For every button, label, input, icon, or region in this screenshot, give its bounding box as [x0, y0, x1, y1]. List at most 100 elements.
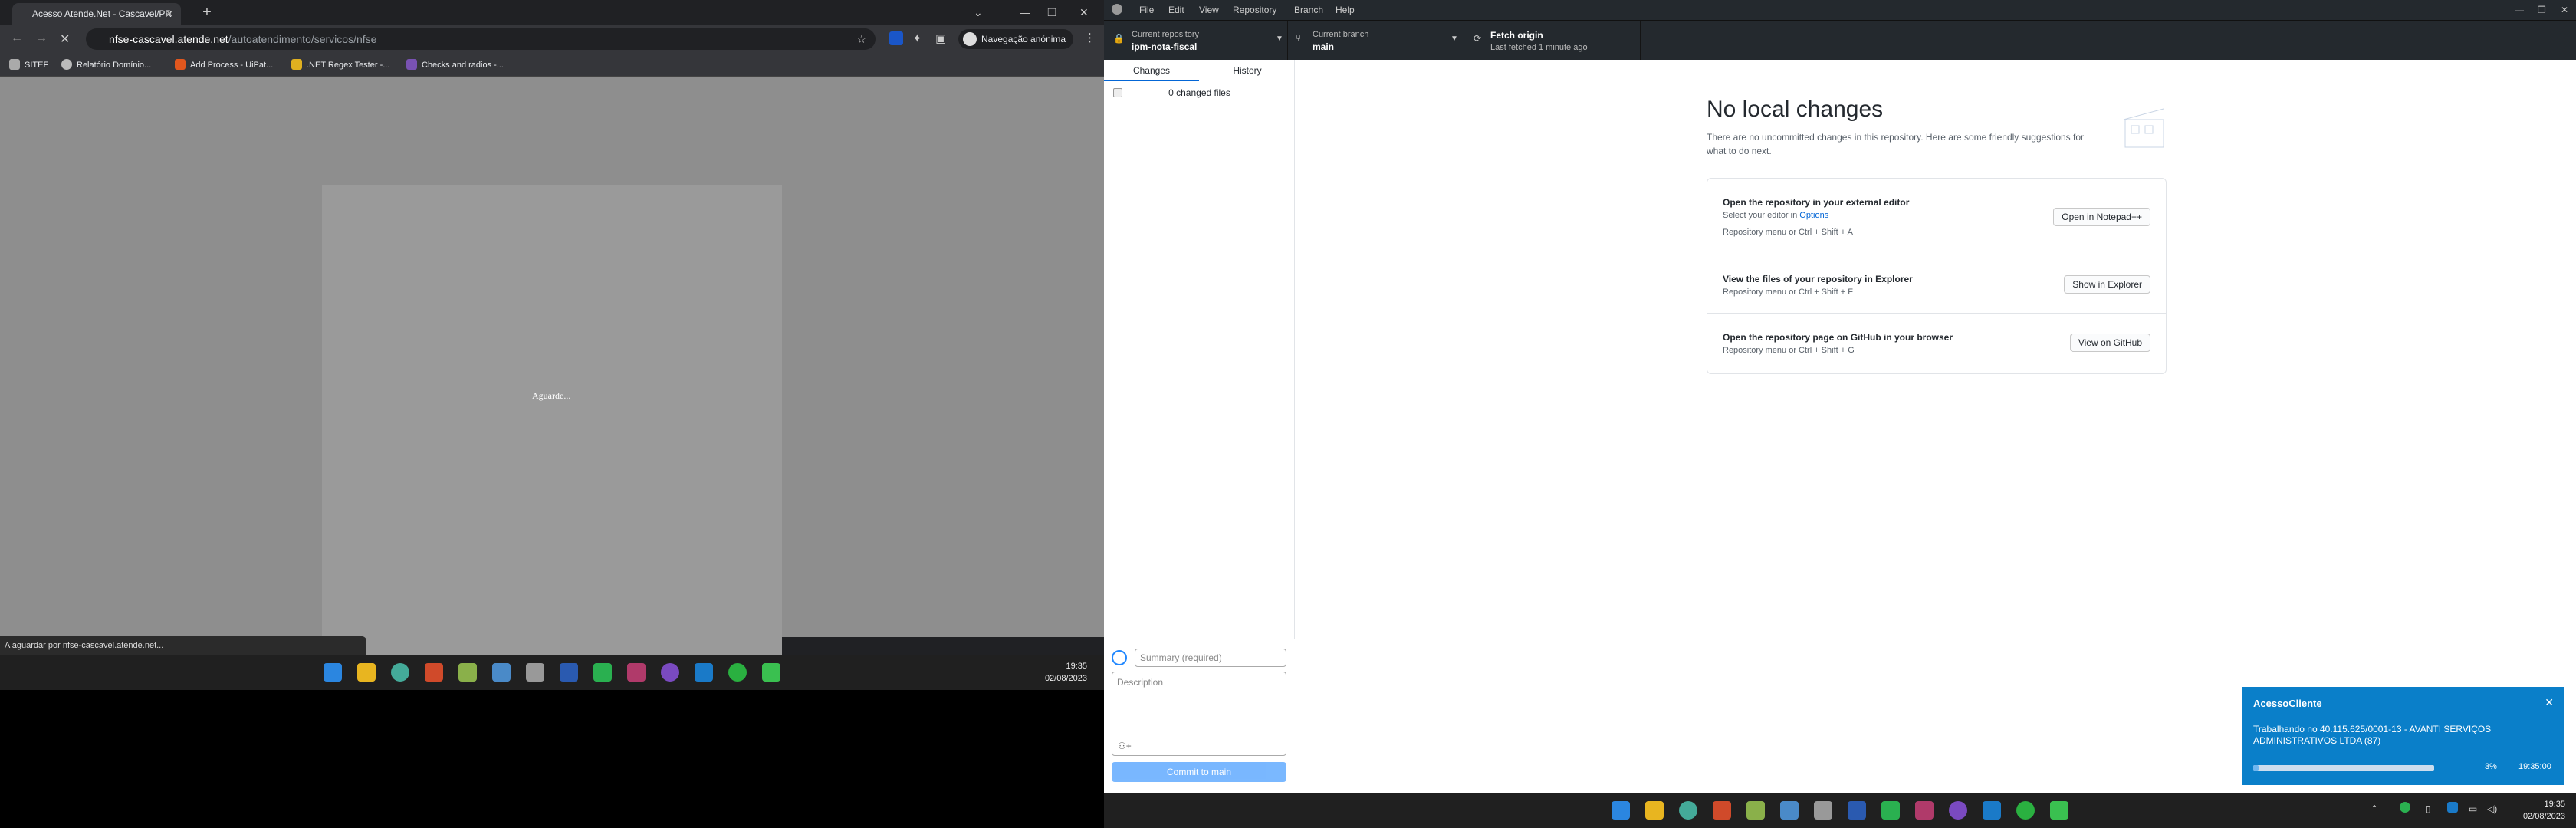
app-icon[interactable] [425, 663, 443, 682]
browser-window: Acesso Atende.Net - Cascavel/PR ✕ + ⌄ — … [0, 0, 1104, 690]
app-icon[interactable] [695, 663, 713, 682]
volume-icon[interactable]: ◁) [2487, 803, 2497, 814]
minimize-icon[interactable]: — [2515, 5, 2524, 15]
bookmark-label: .NET Regex Tester -... [307, 61, 390, 70]
tray-chevron-icon[interactable]: ⌃ [2371, 803, 2378, 814]
menu-edit[interactable]: Edit [1168, 5, 1184, 15]
menu-help[interactable]: Help [1336, 5, 1355, 15]
taskbar-clock[interactable]: 19:35 02/08/2023 [1043, 660, 1087, 685]
suggestion-editor: Open the repository in your external edi… [1707, 179, 2166, 255]
calculator-icon[interactable] [1780, 801, 1799, 820]
github-logo-icon [1112, 4, 1122, 15]
card-title: Open the repository in your external edi… [1723, 197, 1910, 208]
close-window-icon[interactable]: ✕ [2561, 5, 2568, 15]
app-icon[interactable] [560, 663, 578, 682]
tray-app-icon[interactable] [2400, 802, 2410, 813]
back-icon[interactable]: ← [11, 31, 23, 45]
puzzle-icon[interactable]: ✦ [912, 31, 922, 45]
whatsapp-icon[interactable] [2016, 801, 2035, 820]
chrome-icon[interactable] [391, 663, 409, 682]
menu-repository[interactable]: Repository [1233, 5, 1276, 15]
app-icon[interactable] [526, 663, 544, 682]
usb-icon[interactable]: ▯ [2426, 803, 2431, 814]
show-in-explorer-button[interactable]: Show in Explorer [2064, 275, 2150, 294]
whatsapp-icon[interactable] [728, 663, 747, 682]
onenote-icon[interactable] [1915, 801, 1934, 820]
app-icon[interactable] [593, 663, 612, 682]
menu-icon[interactable]: ⋮ [1084, 31, 1096, 44]
menu-file[interactable]: File [1139, 5, 1154, 15]
app-icon[interactable] [1848, 801, 1866, 820]
page-subtitle: There are no uncommitted changes in this… [1707, 132, 2085, 156]
progress-bar [2253, 765, 2434, 771]
branch-selector[interactable]: ⑂ Current branch main ▼ [1288, 21, 1464, 61]
github-desktop-icon[interactable] [661, 663, 679, 682]
tab-search-icon[interactable]: ⌄ [974, 6, 983, 19]
fetch-sub: Last fetched 1 minute ago [1490, 43, 1588, 52]
select-all-checkbox[interactable] [1113, 88, 1122, 97]
sidepanel-icon[interactable]: ▣ [935, 31, 946, 45]
incognito-button[interactable]: Navegação anónima [958, 29, 1074, 49]
branch-label: Current branch [1313, 30, 1369, 39]
app-icon[interactable] [2050, 801, 2068, 820]
open-editor-button[interactable]: Open in Notepad++ [2053, 208, 2150, 226]
clock-date: 02/08/2023 [1044, 674, 1087, 683]
app-icon[interactable] [1746, 801, 1765, 820]
browser-tab[interactable]: Acesso Atende.Net - Cascavel/PR ✕ [12, 3, 181, 25]
close-icon[interactable]: ✕ [2545, 696, 2554, 709]
app-icon[interactable] [1881, 801, 1900, 820]
tray-app-icon[interactable] [2447, 802, 2458, 813]
calculator-icon[interactable] [492, 663, 511, 682]
bookmark-item[interactable]: Add Process - UiPat... [175, 58, 273, 72]
address-bar[interactable]: nfse-cascavel.atende.net/autoatendimento… [86, 28, 876, 50]
toast-time: 19:35:00 [2518, 762, 2551, 771]
view-on-github-button[interactable]: View on GitHub [2069, 334, 2150, 352]
forward-icon[interactable]: → [35, 31, 48, 45]
notification-toast[interactable]: AcessoCliente ✕ Trabalhando no 40.115.62… [2242, 687, 2564, 785]
options-link[interactable]: Options [1799, 211, 1829, 220]
app-icon[interactable] [1983, 801, 2001, 820]
restore-icon[interactable]: ❐ [1047, 6, 1057, 19]
close-window-icon[interactable]: ✕ [1079, 6, 1089, 19]
tab-changes[interactable]: Changes [1104, 60, 1199, 81]
taskbar-left: 19:35 02/08/2023 [0, 655, 1104, 690]
github-desktop-icon[interactable] [1949, 801, 1967, 820]
new-tab-button[interactable]: + [198, 3, 216, 21]
windows-start-icon[interactable] [1612, 801, 1630, 820]
bookmark-item[interactable]: Relatório Domínio... [61, 58, 151, 72]
extension-icon[interactable] [889, 31, 903, 45]
app-icon[interactable] [1713, 801, 1731, 820]
tab-title: Acesso Atende.Net - Cascavel/PR [32, 8, 172, 19]
bookmark-item[interactable]: Checks and radios -... [406, 58, 504, 72]
minimize-icon[interactable]: — [1020, 6, 1030, 18]
commit-button[interactable]: Commit to main [1112, 762, 1286, 782]
bookmark-star-icon[interactable]: ☆ [856, 28, 866, 50]
bookmark-item[interactable]: .NET Regex Tester -... [291, 58, 389, 72]
suggestion-explorer: View the files of your repository in Exp… [1707, 255, 2166, 314]
browser-toolbar: ← → ✕ nfse-cascavel.atende.net/autoatend… [0, 25, 1104, 54]
menu-branch[interactable]: Branch [1294, 5, 1323, 15]
add-coauthor-icon[interactable]: ⚇+ [1118, 741, 1132, 751]
file-explorer-icon[interactable] [357, 663, 376, 682]
app-icon[interactable] [1814, 801, 1832, 820]
app-icon[interactable] [458, 663, 477, 682]
network-icon[interactable]: ▭ [2469, 803, 2477, 814]
bookmark-item[interactable]: SITEF [9, 58, 48, 72]
repository-selector[interactable]: 🔒 Current repository ipm-nota-fiscal ▼ [1104, 21, 1288, 61]
stop-icon[interactable]: ✕ [60, 31, 70, 47]
page-content: Aguarde... [0, 77, 1104, 668]
onenote-icon[interactable] [627, 663, 646, 682]
chrome-icon[interactable] [1679, 801, 1697, 820]
windows-start-icon[interactable] [324, 663, 342, 682]
description-input[interactable]: Description [1112, 672, 1286, 756]
fetch-origin-button[interactable]: ⟳ Fetch origin Last fetched 1 minute ago [1464, 21, 1641, 61]
file-explorer-icon[interactable] [1645, 801, 1664, 820]
menu-view[interactable]: View [1199, 5, 1219, 15]
restore-icon[interactable]: ❐ [2538, 5, 2546, 15]
close-tab-icon[interactable]: ✕ [166, 3, 173, 25]
app-icon[interactable] [762, 663, 780, 682]
card-line-prefix: Select your editor in [1723, 211, 1800, 220]
summary-input[interactable]: Summary (required) [1135, 649, 1286, 667]
tab-history[interactable]: History [1200, 60, 1295, 81]
taskbar-clock[interactable]: 19:35 02/08/2023 [2512, 798, 2565, 823]
